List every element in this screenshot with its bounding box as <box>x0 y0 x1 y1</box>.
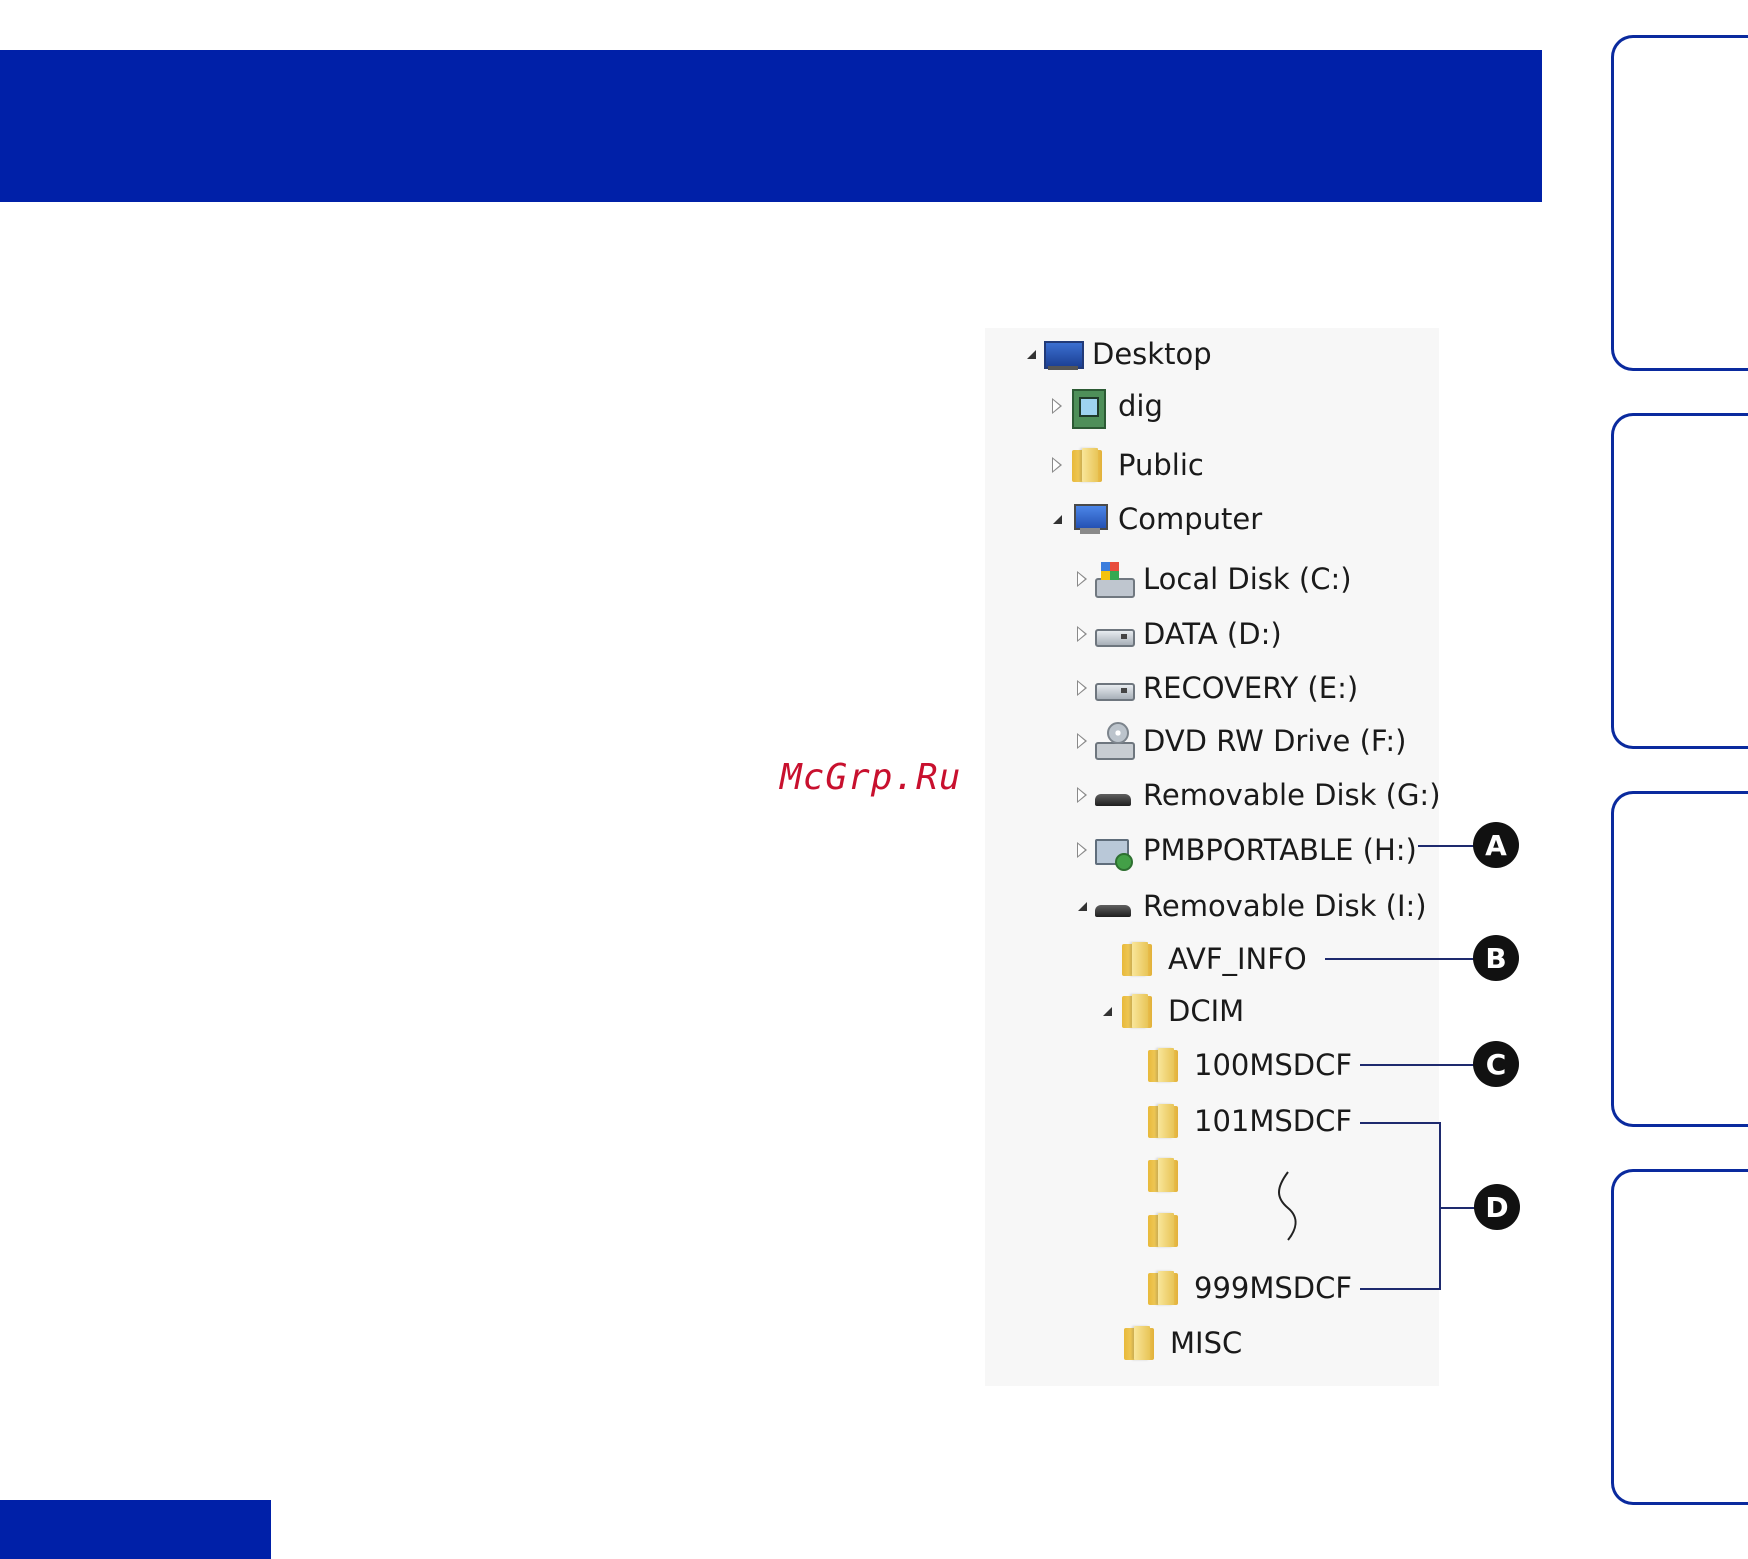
drive-icon <box>1093 615 1135 653</box>
tree-item-pmbportable-h[interactable]: PMBPORTABLE (H:) <box>1071 828 1417 872</box>
system-drive-icon <box>1093 560 1135 598</box>
tree-item-label: Public <box>1118 448 1204 482</box>
collapse-arrow-icon[interactable] <box>1071 623 1093 645</box>
tree-item-removable-i[interactable]: Removable Disk (I:) <box>1071 884 1427 928</box>
tree-item-label: Desktop <box>1092 337 1212 371</box>
callout-d-badge: D <box>1474 1184 1520 1230</box>
footer-block <box>0 1500 271 1559</box>
collapse-arrow-icon[interactable] <box>1046 454 1068 476</box>
removable-disk-icon <box>1093 776 1133 814</box>
caret-spacer <box>1098 1332 1120 1354</box>
side-tab-1[interactable] <box>1611 35 1748 371</box>
tree-item-label: RECOVERY (E:) <box>1143 671 1359 705</box>
callout-a-badge: A <box>1473 822 1519 868</box>
callout-d-line-top <box>1360 1122 1440 1124</box>
callout-d-bracket <box>1439 1122 1441 1290</box>
tree-item-label: dig <box>1118 389 1163 423</box>
tree-item-label: 999MSDCF <box>1194 1271 1353 1305</box>
expand-arrow-icon[interactable] <box>1071 895 1093 917</box>
tree-item-label: 101MSDCF <box>1194 1104 1353 1138</box>
folder-icon <box>1118 940 1158 978</box>
callout-d-line-mid <box>1439 1207 1475 1209</box>
folder-icon <box>1144 1156 1184 1194</box>
range-squiggle-icon <box>1278 1171 1297 1241</box>
expand-arrow-icon[interactable] <box>1046 508 1068 530</box>
folder-icon <box>1144 1269 1184 1307</box>
collapse-arrow-icon[interactable] <box>1071 568 1093 590</box>
expand-arrow-icon[interactable] <box>1096 1000 1118 1022</box>
user-folder-icon <box>1068 387 1108 429</box>
tree-item-label: Removable Disk (G:) <box>1143 778 1441 812</box>
tree-item-desktop[interactable]: Desktop <box>1020 332 1212 376</box>
removable-disk-icon <box>1093 887 1133 925</box>
folder-icon <box>1120 1324 1160 1362</box>
tree-item-folder-unlabeled-1[interactable] <box>1122 1153 1184 1197</box>
callout-d-line-bottom <box>1360 1288 1440 1290</box>
tree-item-label: DATA (D:) <box>1143 617 1282 651</box>
collapse-arrow-icon[interactable] <box>1071 677 1093 699</box>
tree-item-label: DCIM <box>1168 994 1245 1028</box>
callout-c-line <box>1360 1064 1474 1066</box>
tree-item-label: DVD RW Drive (F:) <box>1143 724 1407 758</box>
caret-spacer <box>1122 1164 1144 1186</box>
callout-a-line <box>1418 845 1474 847</box>
desktop-icon <box>1042 335 1084 373</box>
tree-item-computer[interactable]: Computer <box>1046 497 1262 541</box>
callout-b-badge: B <box>1473 935 1519 981</box>
tree-item-recovery-e[interactable]: RECOVERY (E:) <box>1071 666 1358 710</box>
tree-item-dig[interactable]: dig <box>1046 384 1163 429</box>
caret-spacer <box>1122 1277 1144 1299</box>
tree-item-folder-unlabeled-2[interactable] <box>1122 1208 1184 1252</box>
tree-item-label: 100MSDCF <box>1194 1048 1353 1082</box>
tree-item-misc[interactable]: MISC <box>1098 1321 1242 1365</box>
folder-icon <box>1068 446 1108 484</box>
collapse-arrow-icon[interactable] <box>1071 839 1093 861</box>
dvd-drive-icon <box>1093 722 1135 760</box>
tree-item-label: Removable Disk (I:) <box>1143 889 1427 923</box>
side-tab-3[interactable] <box>1611 791 1748 1127</box>
tree-item-label: PMBPORTABLE (H:) <box>1143 833 1417 867</box>
computer-icon <box>1068 500 1108 538</box>
tree-item-100msdcf[interactable]: 100MSDCF <box>1122 1043 1352 1087</box>
caret-spacer <box>1122 1110 1144 1132</box>
tree-item-label: AVF_INFO <box>1168 942 1307 976</box>
caret-spacer <box>1122 1054 1144 1076</box>
header-banner <box>0 50 1542 202</box>
drive-icon <box>1093 669 1135 707</box>
tree-item-data-d[interactable]: DATA (D:) <box>1071 612 1282 656</box>
tree-item-101msdcf[interactable]: 101MSDCF <box>1122 1099 1352 1143</box>
folder-icon <box>1144 1046 1184 1084</box>
portable-app-drive-icon <box>1093 831 1133 871</box>
caret-spacer <box>1122 1219 1144 1241</box>
tree-item-label: Local Disk (C:) <box>1143 562 1352 596</box>
folder-icon <box>1144 1211 1184 1249</box>
tree-item-label: Computer <box>1118 502 1263 536</box>
tree-item-dcim[interactable]: DCIM <box>1096 989 1244 1033</box>
collapse-arrow-icon[interactable] <box>1071 784 1093 806</box>
side-tab-4[interactable] <box>1611 1169 1748 1505</box>
watermark: McGrp.Ru <box>780 757 962 798</box>
collapse-arrow-icon[interactable] <box>1071 730 1093 752</box>
tree-item-avf-info[interactable]: AVF_INFO <box>1096 937 1307 981</box>
folder-icon <box>1144 1102 1184 1140</box>
folder-icon <box>1118 992 1158 1030</box>
expand-arrow-icon[interactable] <box>1020 343 1042 365</box>
tree-item-dvd-f[interactable]: DVD RW Drive (F:) <box>1071 719 1406 763</box>
tree-item-removable-g[interactable]: Removable Disk (G:) <box>1071 773 1441 817</box>
tree-item-local-disk-c[interactable]: Local Disk (C:) <box>1071 557 1352 601</box>
caret-spacer <box>1096 948 1118 970</box>
callout-c-badge: C <box>1473 1041 1519 1087</box>
tree-item-public[interactable]: Public <box>1046 443 1204 487</box>
callout-b-line <box>1325 958 1474 960</box>
tree-item-label: MISC <box>1170 1326 1243 1360</box>
tree-item-999msdcf[interactable]: 999MSDCF <box>1122 1266 1352 1310</box>
collapse-arrow-icon[interactable] <box>1046 395 1068 417</box>
side-tab-2[interactable] <box>1611 413 1748 749</box>
